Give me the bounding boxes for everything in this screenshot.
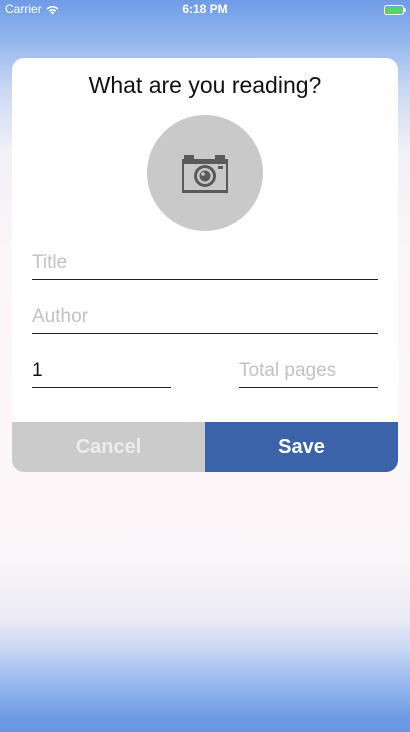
status-bar: Carrier 6:18 PM (0, 0, 410, 18)
author-input[interactable] (32, 303, 378, 331)
title-input[interactable] (32, 249, 378, 277)
dialog-actions: Cancel Save (12, 422, 398, 472)
save-button[interactable]: Save (205, 422, 398, 472)
total-pages-input[interactable] (239, 357, 378, 385)
dialog-title: What are you reading? (88, 72, 322, 98)
camera-icon (182, 153, 228, 193)
current-page-input[interactable] (32, 357, 171, 385)
add-book-dialog: What are you reading? C (12, 58, 398, 472)
battery-full-icon (384, 4, 406, 15)
current-page-field (32, 357, 171, 388)
title-field (32, 249, 378, 280)
cancel-button[interactable]: Cancel (12, 422, 205, 472)
add-photo-button[interactable] (147, 115, 263, 231)
total-pages-field (239, 357, 378, 388)
status-time: 6:18 PM (182, 2, 228, 16)
author-field (32, 303, 378, 334)
